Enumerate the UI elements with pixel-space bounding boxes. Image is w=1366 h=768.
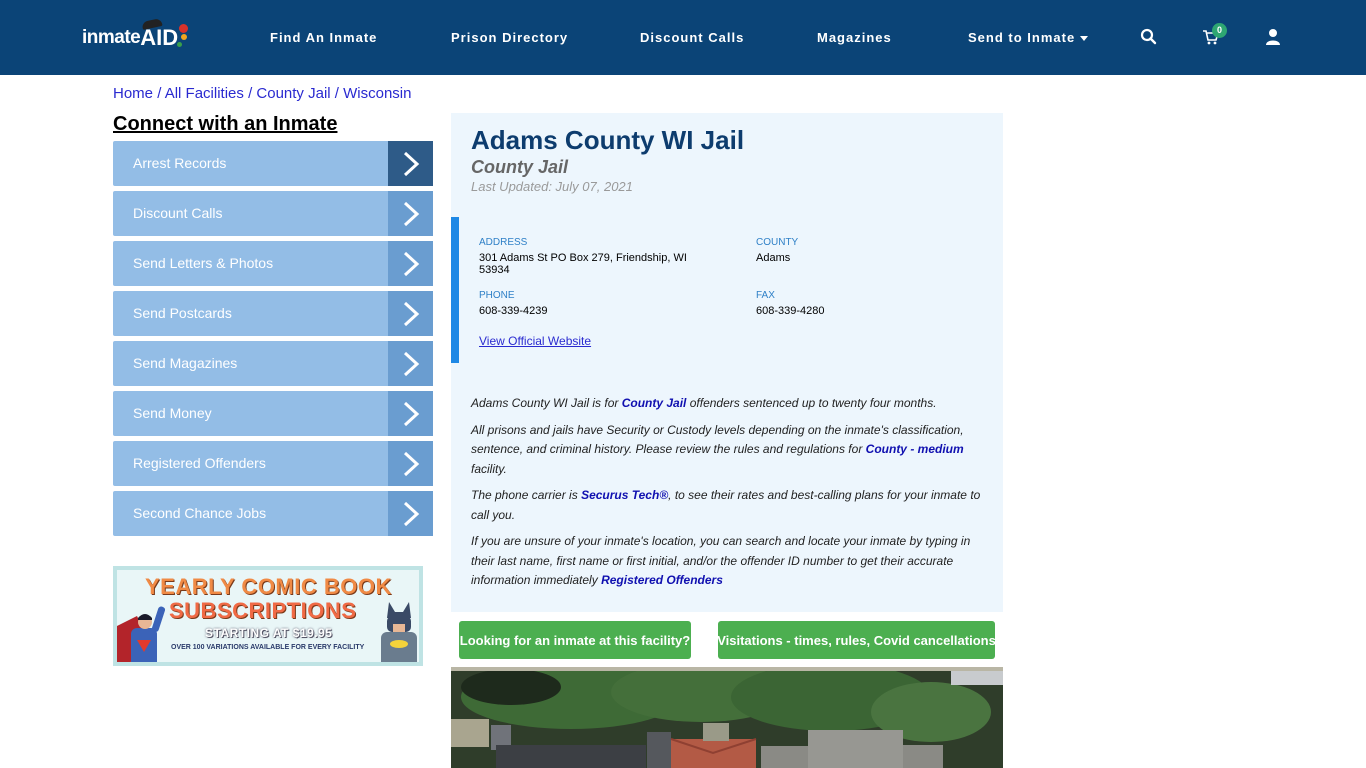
nav-send-to-inmate-label: Send to Inmate xyxy=(968,30,1076,45)
breadcrumb-county-jail[interactable]: County Jail xyxy=(256,85,330,102)
description-paragraph: If you are unsure of your inmate's locat… xyxy=(471,532,981,591)
address-label: ADDRESS xyxy=(479,237,528,248)
sidebar-item-label: Arrest Records xyxy=(133,155,227,171)
user-icon[interactable] xyxy=(1264,28,1282,46)
sidebar-title: Connect with an Inmate xyxy=(113,113,338,135)
site-logo[interactable]: inmate AID xyxy=(82,18,189,54)
breadcrumb-home[interactable]: Home xyxy=(113,85,153,102)
sidebar-item-arrest-records[interactable]: Arrest Records xyxy=(113,141,433,186)
superhero-illustration-icon xyxy=(117,606,166,662)
sidebar-item-label: Discount Calls xyxy=(133,205,223,221)
chevron-right-icon xyxy=(388,291,433,336)
chevron-right-icon xyxy=(388,341,433,386)
search-icon[interactable] xyxy=(1140,28,1158,46)
sidebar-item-label: Send Magazines xyxy=(133,355,238,371)
address-line2: 53934 xyxy=(479,264,510,276)
chevron-right-icon xyxy=(388,241,433,286)
nav-magazines[interactable]: Magazines xyxy=(817,30,892,45)
facility-panel: Adams County WI Jail County Jail Last Up… xyxy=(451,113,1003,612)
facility-name: Adams County WI Jail xyxy=(471,125,745,155)
phone-label: PHONE xyxy=(479,290,515,301)
ad-price-text: STARTING AT $19.95 xyxy=(205,626,333,640)
sidebar-item-send-postcards[interactable]: Send Postcards xyxy=(113,291,433,336)
facility-info-block: ADDRESS 301 Adams St PO Box 279, Friends… xyxy=(451,217,1003,363)
breadcrumb-separator: / xyxy=(248,85,253,102)
breadcrumb-wisconsin[interactable]: Wisconsin xyxy=(343,85,411,102)
breadcrumb-separator: / xyxy=(157,85,162,102)
sidebar-item-registered-offenders[interactable]: Registered Offenders xyxy=(113,441,433,486)
facility-description: Adams County WI Jail is for County Jail … xyxy=(471,394,981,598)
sidebar-item-label: Second Chance Jobs xyxy=(133,505,267,521)
logo-accent-text: AID xyxy=(140,18,189,54)
description-text: offenders sentenced up to twenty four mo… xyxy=(686,396,937,410)
ad-headline-line2: SUBSCRIPTIONS xyxy=(169,598,357,623)
sidebar-item-label: Send Letters & Photos xyxy=(133,255,274,271)
address-line1: 301 Adams St PO Box 279, Friendship, WI xyxy=(479,252,687,264)
phone-value: 608-339-4239 xyxy=(479,305,548,317)
logo-dot-icon xyxy=(181,34,188,40)
official-website-link[interactable]: View Official Website xyxy=(479,334,591,348)
fax-label: FAX xyxy=(756,290,775,301)
ad-subtext: OVER 100 VARIATIONS AVAILABLE FOR EVERY … xyxy=(171,644,365,651)
sidebar-item-send-magazines[interactable]: Send Magazines xyxy=(113,341,433,386)
county-jail-link[interactable]: County Jail xyxy=(622,396,687,410)
sidebar-item-discount-calls[interactable]: Discount Calls xyxy=(113,191,433,236)
sidebar-item-send-letters-photos[interactable]: Send Letters & Photos xyxy=(113,241,433,286)
facility-type: County Jail xyxy=(471,157,569,177)
address-value: 301 Adams St PO Box 279, Friendship, WI … xyxy=(479,252,687,276)
chevron-right-icon xyxy=(388,491,433,536)
sidebar-item-second-chance-jobs[interactable]: Second Chance Jobs xyxy=(113,491,433,536)
visitations-button[interactable]: Visitations - times, rules, Covid cancel… xyxy=(717,621,996,659)
batman-illustration-icon xyxy=(381,602,417,662)
description-paragraph: The phone carrier is Securus Tech®, to s… xyxy=(471,486,981,525)
nav-prison-directory[interactable]: Prison Directory xyxy=(451,30,568,45)
chevron-right-icon xyxy=(388,191,433,236)
description-text: Adams County WI Jail is for xyxy=(471,396,622,410)
sidebar-menu: Arrest Records Discount Calls Send Lette… xyxy=(113,141,433,541)
caret-down-icon xyxy=(1080,36,1089,42)
description-paragraph: Adams County WI Jail is for County Jail … xyxy=(471,394,981,414)
nav-discount-calls[interactable]: Discount Calls xyxy=(640,30,744,45)
satellite-map-illustration xyxy=(451,667,1003,768)
last-updated: Last Updated: July 07, 2021 xyxy=(471,179,633,194)
sidebar-item-send-money[interactable]: Send Money xyxy=(113,391,433,436)
sidebar-item-label: Registered Offenders xyxy=(133,455,266,471)
ad-headline-line1: YEARLY COMIC BOOK xyxy=(145,574,392,599)
breadcrumb-all-facilities[interactable]: All Facilities xyxy=(165,85,244,102)
chevron-right-icon xyxy=(388,141,433,186)
breadcrumb: Home / All Facilities / County Jail / Wi… xyxy=(113,85,411,102)
find-inmate-at-facility-button[interactable]: Looking for an inmate at this facility? xyxy=(459,621,691,659)
nav-send-to-inmate[interactable]: Send to Inmate xyxy=(968,30,1089,45)
comic-subscription-ad-banner[interactable]: YEARLY COMIC BOOK SUBSCRIPTIONS STARTING… xyxy=(113,566,423,666)
county-label: COUNTY xyxy=(756,237,799,248)
top-navbar: inmate AID Find An Inmate Prison Directo… xyxy=(0,0,1366,75)
description-text: facility. xyxy=(471,461,507,476)
fax-value: 608-339-4280 xyxy=(756,305,825,317)
sidebar-item-label: Send Postcards xyxy=(133,305,232,321)
facility-satellite-image xyxy=(451,667,1003,768)
breadcrumb-separator: / xyxy=(334,85,339,102)
nav-find-an-inmate[interactable]: Find An Inmate xyxy=(270,30,377,45)
security-level-link[interactable]: County - medium xyxy=(866,442,964,456)
phone-carrier-link[interactable]: Securus Tech® xyxy=(581,488,668,502)
description-paragraph: All prisons and jails have Security or C… xyxy=(471,421,981,480)
registered-offenders-link[interactable]: Registered Offenders xyxy=(601,573,723,587)
sidebar-item-label: Send Money xyxy=(133,405,212,421)
logo-dot-icon xyxy=(179,24,189,33)
description-text: The phone carrier is xyxy=(471,488,582,502)
chevron-right-icon xyxy=(388,391,433,436)
chevron-right-icon xyxy=(388,441,433,486)
logo-dot-icon xyxy=(177,42,183,47)
county-value: Adams xyxy=(756,252,791,264)
cart-count-badge: 0 xyxy=(1212,23,1227,38)
logo-text: inmate xyxy=(82,27,141,48)
